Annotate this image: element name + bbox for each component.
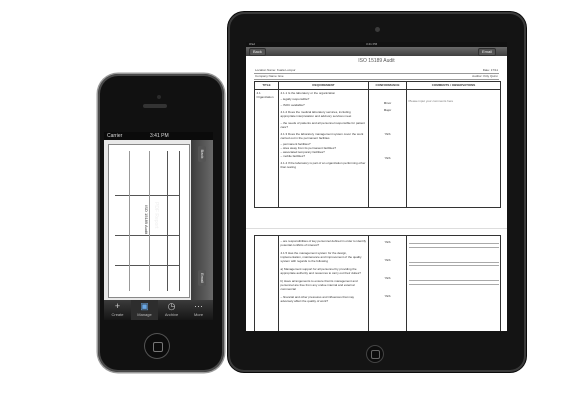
requirement-line: 4.1.3 Does the laboratory management sys… (280, 132, 364, 140)
conformance-value[interactable]: Major (371, 108, 405, 112)
requirement-line: – are responsibilities of key personnel … (280, 239, 367, 247)
doc-rule (167, 151, 168, 291)
iphone-home-button[interactable] (144, 333, 170, 359)
header-comments: COMMENTS / OBSERVATIONS (406, 81, 501, 90)
comments-cell[interactable] (406, 235, 501, 331)
conformance-value[interactable]: YES (371, 240, 405, 244)
comment-line (408, 243, 499, 244)
doc-rule (129, 151, 130, 291)
requirement-line: – mobile facilities? (280, 154, 306, 158)
requirement-cell: 4.1.1 Is the laboratory or the organizat… (278, 89, 369, 208)
doc-rule (179, 151, 180, 291)
table-header-row: TITLE REQUIREMENT CONFORMANCE COMMENTS /… (254, 81, 501, 90)
comment-line (408, 265, 499, 266)
comments-cell[interactable]: Please input your comments here (406, 89, 501, 208)
conformance-value[interactable]: YES (371, 156, 405, 160)
requirement-line: 4.1.2 Does the medical laboratory servic… (280, 110, 352, 118)
iphone-doc-title: ISO 15189 Audit (144, 205, 149, 235)
tab-archive[interactable]: ◷ Archive (158, 300, 185, 320)
table-row: 4.1 Organization 4.1.1 Is the laboratory… (254, 89, 501, 208)
iphone-time: 3:41 PM (150, 133, 169, 139)
iphone-back-button[interactable]: Back (198, 146, 206, 162)
doc-rule (149, 151, 150, 291)
meta-row-company: Company Name: Exe Auditor: Kitty Quinn (254, 73, 499, 80)
document-icon: ▣ (140, 301, 149, 311)
iphone-camera (157, 95, 161, 99)
requirement-line: – ISOC available? (280, 103, 305, 107)
requirement-line: – financial and other pressures and infl… (280, 295, 355, 303)
requirement-line: 4.1.1 Is the laboratory or the organizat… (280, 91, 336, 95)
tab-label: Create (111, 312, 124, 317)
tab-manage[interactable]: ▣ Manage (131, 300, 158, 320)
comment-line (408, 280, 499, 281)
ipad-home-button[interactable] (366, 345, 384, 363)
requirement-line: 4.1.5 Has the management system for the … (280, 251, 362, 263)
iphone-email-button[interactable]: Email (198, 270, 206, 286)
conformance-cell: Minor Major YES YES (368, 89, 407, 208)
requirement-line: 4.1.4 If the laboratory is part of an or… (280, 161, 366, 169)
requirement-line: – the needs of patients and all personne… (280, 121, 365, 129)
audit-table: TITLE REQUIREMENT CONFORMANCE COMMENTS /… (254, 81, 501, 208)
more-icon: ⋯ (194, 301, 203, 311)
back-button[interactable]: Back (249, 48, 266, 56)
ipad-camera (375, 27, 380, 32)
ipad-screen: iPad 3:41 PM Back Email ISO 15189 Audit … (246, 42, 507, 331)
plus-icon: + (114, 301, 121, 311)
conformance-value[interactable]: Minor (371, 101, 405, 105)
iphone-nav-title: PDF Report (153, 202, 159, 229)
page-break (246, 228, 507, 229)
iphone-speaker (143, 104, 167, 108)
conformance-value[interactable]: YES (371, 276, 405, 280)
tab-label: More (193, 312, 204, 317)
header-title: TITLE (254, 81, 279, 90)
doc-rule (115, 265, 179, 266)
requirement-line: b) Have arrangements to ensure that its … (280, 279, 358, 291)
ipad-nav-bar: Back Email (246, 47, 507, 56)
email-button[interactable]: Email (478, 48, 497, 56)
header-requirement: REQUIREMENT (278, 81, 369, 90)
iphone-tab-bar: + Create ▣ Manage ◷ Archive ⋯ More (104, 300, 213, 320)
title-cell (254, 235, 279, 331)
company-name: Company Name: Exe (255, 74, 284, 78)
header-conformance: CONFORMANCE (368, 81, 407, 90)
tab-label: Manage (137, 312, 152, 317)
title-cell: 4.1 Organization (254, 89, 279, 208)
auditor-name: Auditor: Kitty Quinn (472, 74, 498, 78)
requirement-line: – legally responsible? (280, 97, 310, 101)
conformance-value[interactable]: YES (371, 258, 405, 262)
comment-placeholder: Please input your comments here (408, 99, 454, 103)
table-row: – are responsibilities of key personnel … (254, 235, 501, 331)
comment-line (408, 246, 499, 248)
clock-icon: ◷ (167, 301, 176, 311)
tab-create[interactable]: + Create (104, 300, 131, 320)
requirement-cell: – are responsibilities of key personnel … (278, 235, 369, 331)
doc-rule (115, 195, 179, 196)
pdf-report-document[interactable]: ISO 15189 Audit (108, 144, 190, 298)
conformance-value[interactable]: YES (371, 294, 405, 298)
tab-label: Archive (164, 312, 179, 317)
conformance-value[interactable]: YES (371, 132, 405, 136)
tab-more[interactable]: ⋯ More (185, 300, 212, 320)
iphone-nav-bar: Back Email (191, 140, 213, 300)
conformance-cell: YES YES YES YES (368, 235, 407, 331)
doc-title: ISO 15189 Audit (358, 58, 395, 64)
requirement-line: a) Management support for all personnel … (280, 267, 361, 275)
comment-line (408, 261, 499, 263)
iphone-screen: Carrier 3:41 PM ISO 15189 Audit Back Ema… (104, 132, 213, 320)
iphone-carrier: Carrier (107, 133, 123, 139)
iphone-status-bar: Carrier 3:41 PM (104, 132, 213, 140)
audit-table-page-2: – are responsibilities of key personnel … (254, 235, 501, 331)
comment-line (408, 283, 499, 285)
